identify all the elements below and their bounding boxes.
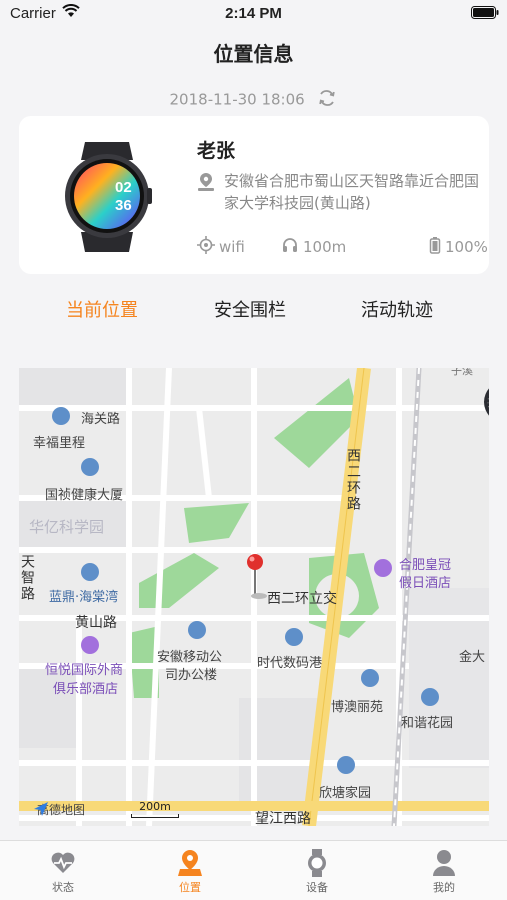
map-label-boao: 博澳丽苑: [331, 700, 384, 715]
map-view[interactable]: 海关路 幸福里程 国祯健康大厦 华亿科学园 天智路 蓝鼎·海棠湾 黄山路 恒悦国…: [19, 368, 489, 826]
map-label-hexie: 和谐花园: [401, 716, 454, 731]
map-scale-label: 200m: [139, 800, 171, 813]
map-label-guozhen: 国祯健康大厦: [45, 488, 124, 503]
device-address: 安徽省合肥市蜀山区天智路靠近合肥国家大学科技园(黄山路): [224, 172, 480, 212]
map-label-hengyue-1: 恒悦国际外商: [45, 663, 124, 678]
map-scale: 200m: [131, 800, 179, 818]
battery-stat: 100%: [429, 236, 488, 258]
watch-icon: [272, 847, 362, 879]
headphones-icon: [281, 236, 299, 258]
signal-stat: wifi: [197, 236, 245, 258]
map-label-jinda: 金大: [459, 650, 486, 665]
map-label-anhui-mobile-1: 安徽移动公: [157, 650, 223, 665]
battery-value: 100%: [445, 238, 488, 256]
map-label-ziyun: 子溪: [451, 368, 473, 377]
map-label-xintang: 欣塘家园: [319, 786, 372, 801]
watch-minute: 36: [115, 197, 132, 214]
page-title: 位置信息: [213, 42, 294, 66]
battery-icon: [471, 6, 499, 23]
tab-current-location[interactable]: 当前位置: [66, 296, 138, 322]
accuracy-value: 100m: [303, 238, 347, 256]
map-scale-bar: [131, 814, 179, 818]
person-icon: [399, 847, 489, 879]
device-card[interactable]: 02 36 老张 安徽省合肥市蜀山区天智路靠近合肥国家大学科技园(黄山路) wi…: [19, 116, 489, 274]
tabbar-item-location[interactable]: 位置: [145, 847, 235, 895]
tabbar-label-location: 位置: [179, 881, 201, 894]
status-bar: Carrier 2:14 PM: [0, 0, 507, 28]
map-label-huangguan-1: 合肥皇冠: [399, 558, 452, 573]
tabbar-label-device: 设备: [306, 881, 328, 894]
map-label-huangguan-2: 假日酒店: [399, 576, 452, 591]
location-tabs: 当前位置 安全围栏 活动轨迹: [0, 296, 507, 324]
tab-activity-track[interactable]: 活动轨迹: [361, 296, 433, 322]
crosshair-icon: [197, 236, 215, 258]
device-stats: wifi 100m 100%: [197, 236, 488, 258]
map-label-wangjiang-road: 望江西路: [255, 811, 311, 826]
tabbar-item-mine[interactable]: 我的: [399, 847, 489, 895]
map-label-xierhuan-road: 西二环路: [345, 448, 361, 512]
map-label-xingfu: 幸福里程: [33, 436, 86, 451]
signal-value: wifi: [219, 238, 245, 256]
heart-pulse-icon: [18, 847, 108, 879]
tab-safe-fence[interactable]: 安全围栏: [214, 296, 286, 322]
map-label-xierhuan-overpass: 西二环立交: [267, 591, 337, 607]
location-pin-icon: [145, 847, 235, 879]
update-row: 2018-11-30 18:06: [0, 88, 507, 112]
map-label-huayi: 华亿科学园: [29, 518, 105, 536]
tabbar-label-status: 状态: [52, 881, 74, 894]
map-brand: 高德地图: [33, 801, 85, 818]
tabbar-label-mine: 我的: [433, 881, 455, 894]
map-label-shidai: 时代数码港: [257, 656, 323, 671]
map-label-landing: 蓝鼎·海棠湾: [49, 590, 119, 605]
device-name: 老张: [197, 140, 236, 162]
address-pin-icon: [197, 172, 215, 196]
battery-level-icon: [429, 236, 441, 258]
map-label-haiguan-road: 海关路: [81, 412, 121, 427]
accuracy-stat: 100m: [281, 236, 346, 258]
map-label-tianzhi-road: 天智路: [19, 554, 35, 602]
map-label-anhui-mobile-2: 司办公楼: [165, 668, 218, 683]
bottom-tab-bar: 状态 位置 设备 我的: [0, 840, 507, 900]
watch-image: 02 36: [59, 138, 155, 254]
tabbar-item-status[interactable]: 状态: [18, 847, 108, 895]
tabbar-item-device[interactable]: 设备: [272, 847, 362, 895]
watch-hour: 02: [115, 179, 132, 196]
update-timestamp: 2018-11-30 18:06: [169, 90, 305, 109]
map-label-hengyue-2: 俱乐部酒店: [53, 682, 119, 697]
refresh-icon[interactable]: [317, 88, 337, 112]
status-time: 2:14 PM: [225, 5, 282, 22]
map-label-huangshan-road: 黄山路: [75, 615, 117, 631]
